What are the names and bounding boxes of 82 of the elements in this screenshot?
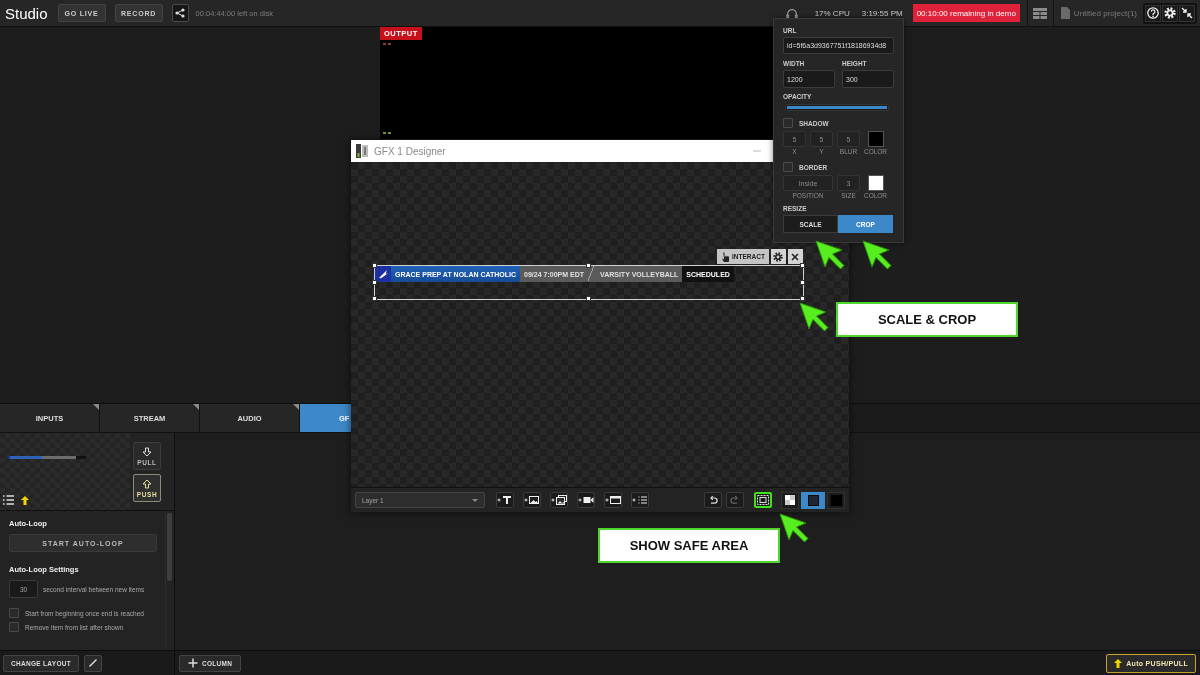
up-arrow-icon <box>142 478 152 489</box>
checkbox[interactable] <box>9 622 19 632</box>
team-logo-icon <box>375 266 391 282</box>
resize-handle[interactable] <box>800 263 805 268</box>
resize-handle[interactable] <box>586 263 591 268</box>
demo-notice: 00:10:00 remaining in demo <box>912 4 1020 22</box>
add-window-button[interactable] <box>604 492 622 508</box>
plus-icon <box>188 658 198 668</box>
background-toggle[interactable] <box>781 491 799 509</box>
safe-area-button[interactable] <box>754 492 772 508</box>
add-image-icon <box>524 495 540 505</box>
add-list-button[interactable] <box>631 492 649 508</box>
minimize-icon <box>753 150 761 152</box>
share-button[interactable] <box>171 4 189 22</box>
opacity-slider[interactable] <box>785 104 889 111</box>
cursor-arrow-icon <box>779 513 809 543</box>
color-swatch-icon[interactable] <box>867 131 884 147</box>
background-toggle[interactable] <box>827 491 845 509</box>
cursor-arrow-icon <box>862 240 892 270</box>
up-arrow-icon <box>21 495 29 505</box>
close-button[interactable] <box>787 249 803 264</box>
close-icon <box>791 252 800 261</box>
redo-icon <box>730 495 740 505</box>
cursor-arrow-icon <box>799 302 829 332</box>
scrollbar[interactable] <box>167 513 172 581</box>
hand-pointer-icon <box>721 251 729 262</box>
resize-handle[interactable] <box>372 263 377 268</box>
app-icon <box>356 144 368 158</box>
checkbox[interactable] <box>783 162 793 172</box>
cpu-usage: 17% CPU <box>814 8 850 18</box>
corner-mark-icon <box>293 404 299 410</box>
add-list-icon <box>632 495 648 505</box>
add-gallery-icon <box>551 495 567 505</box>
corner-mark-icon <box>93 404 99 410</box>
list-icon <box>3 495 14 505</box>
add-video-icon <box>578 495 594 505</box>
checker-swatch-icon <box>785 495 795 505</box>
window-title: GFX 1 Designer <box>374 145 446 157</box>
resize-handle[interactable] <box>372 279 377 285</box>
add-video-button[interactable] <box>577 492 595 508</box>
add-text-icon <box>497 495 513 505</box>
safe-area-icon <box>757 495 769 505</box>
pencil-icon <box>88 658 98 668</box>
edit-button[interactable] <box>84 654 102 672</box>
add-text-button[interactable] <box>496 492 514 508</box>
layout-grid-icon <box>1033 7 1048 19</box>
add-image-button[interactable] <box>523 492 541 508</box>
callout-label: SCALE & CROP <box>836 302 1018 337</box>
down-arrow-icon <box>142 446 152 457</box>
dark-swatch-icon <box>807 494 819 506</box>
settings-icon <box>773 251 784 262</box>
settings-button[interactable] <box>770 249 786 264</box>
project-name[interactable]: Untitled project(1) <box>1073 8 1137 18</box>
app-title: Studio <box>5 4 48 22</box>
resize-handle[interactable] <box>800 279 805 285</box>
add-gallery-button[interactable] <box>550 492 568 508</box>
clock: 3:19:55 PM <box>861 8 903 18</box>
undo-icon <box>708 495 718 505</box>
collapse-button[interactable] <box>1179 4 1195 22</box>
share-icon <box>175 8 186 18</box>
color-swatch-icon[interactable] <box>867 175 884 191</box>
background-toggle[interactable] <box>801 491 825 509</box>
resize-handle[interactable] <box>586 296 591 301</box>
cursor-arrow-icon <box>815 240 845 270</box>
solid-swatch-icon <box>830 494 842 506</box>
collapse-icon <box>1181 7 1193 19</box>
up-arrow-icon <box>1114 658 1123 668</box>
checkbox[interactable] <box>9 608 19 618</box>
settings-icon <box>1164 7 1176 19</box>
caret-icon <box>472 498 478 502</box>
headphones-icon <box>785 7 798 19</box>
checkbox[interactable] <box>783 118 793 128</box>
resize-handle[interactable] <box>372 296 377 301</box>
add-window-icon <box>605 495 621 505</box>
callout-label: SHOW SAFE AREA <box>598 528 780 563</box>
file-icon <box>1060 7 1070 19</box>
undo-button[interactable] <box>704 492 722 508</box>
settings-button[interactable] <box>1162 4 1178 22</box>
resize-handle[interactable] <box>800 296 805 301</box>
corner-mark-icon <box>193 404 199 410</box>
help-button[interactable] <box>1145 4 1161 22</box>
help-icon <box>1147 7 1159 19</box>
